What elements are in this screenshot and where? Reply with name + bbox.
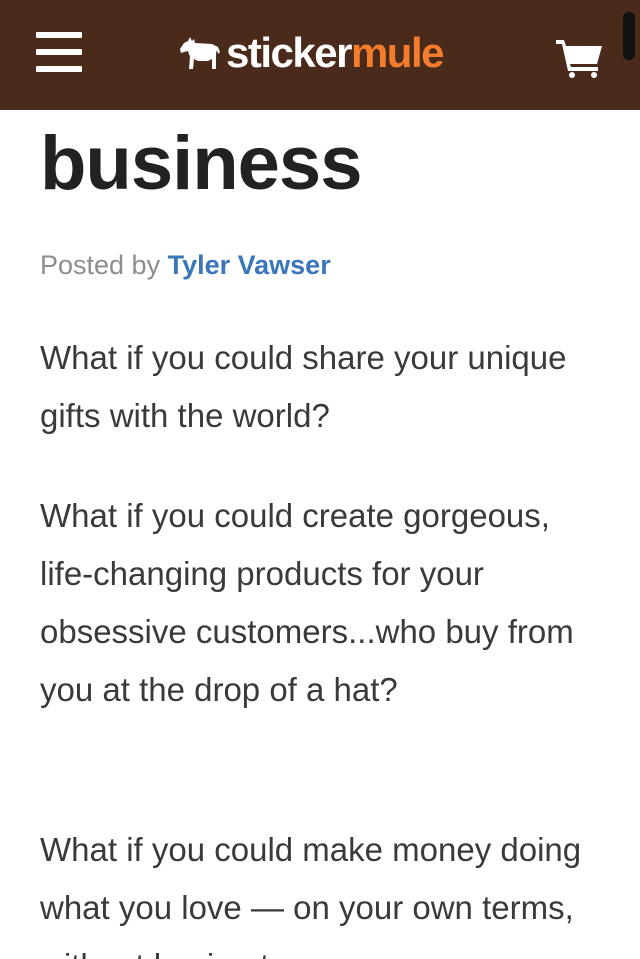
- top-navigation-bar: stickermule: [0, 0, 640, 110]
- byline-prefix: Posted by: [40, 250, 161, 280]
- article-title: business: [40, 121, 362, 206]
- article-paragraph: What if you could create gorgeous, life-…: [40, 497, 574, 708]
- logo-word-mule: mule: [350, 29, 445, 76]
- logo-word-sticker: sticker: [226, 29, 352, 76]
- hamburger-menu-icon[interactable]: [36, 32, 82, 74]
- menu-line: [36, 32, 82, 38]
- byline: Posted by Tyler Vawser: [40, 248, 331, 282]
- article-paragraph: What if you could make money doing what …: [40, 831, 582, 959]
- stickermule-logo[interactable]: stickermule: [178, 28, 445, 78]
- article-paragraph: What if you could share your unique gift…: [40, 339, 567, 434]
- menu-line: [36, 66, 82, 72]
- logo-wordmark: stickermule: [226, 28, 445, 78]
- cart-glyph: [556, 40, 602, 78]
- shopping-cart-icon[interactable]: [556, 38, 604, 78]
- author-link[interactable]: Tyler Vawser: [168, 250, 331, 280]
- mule-logo-icon: [180, 37, 220, 69]
- scrollbar-thumb[interactable]: [623, 12, 635, 60]
- menu-line: [36, 49, 82, 55]
